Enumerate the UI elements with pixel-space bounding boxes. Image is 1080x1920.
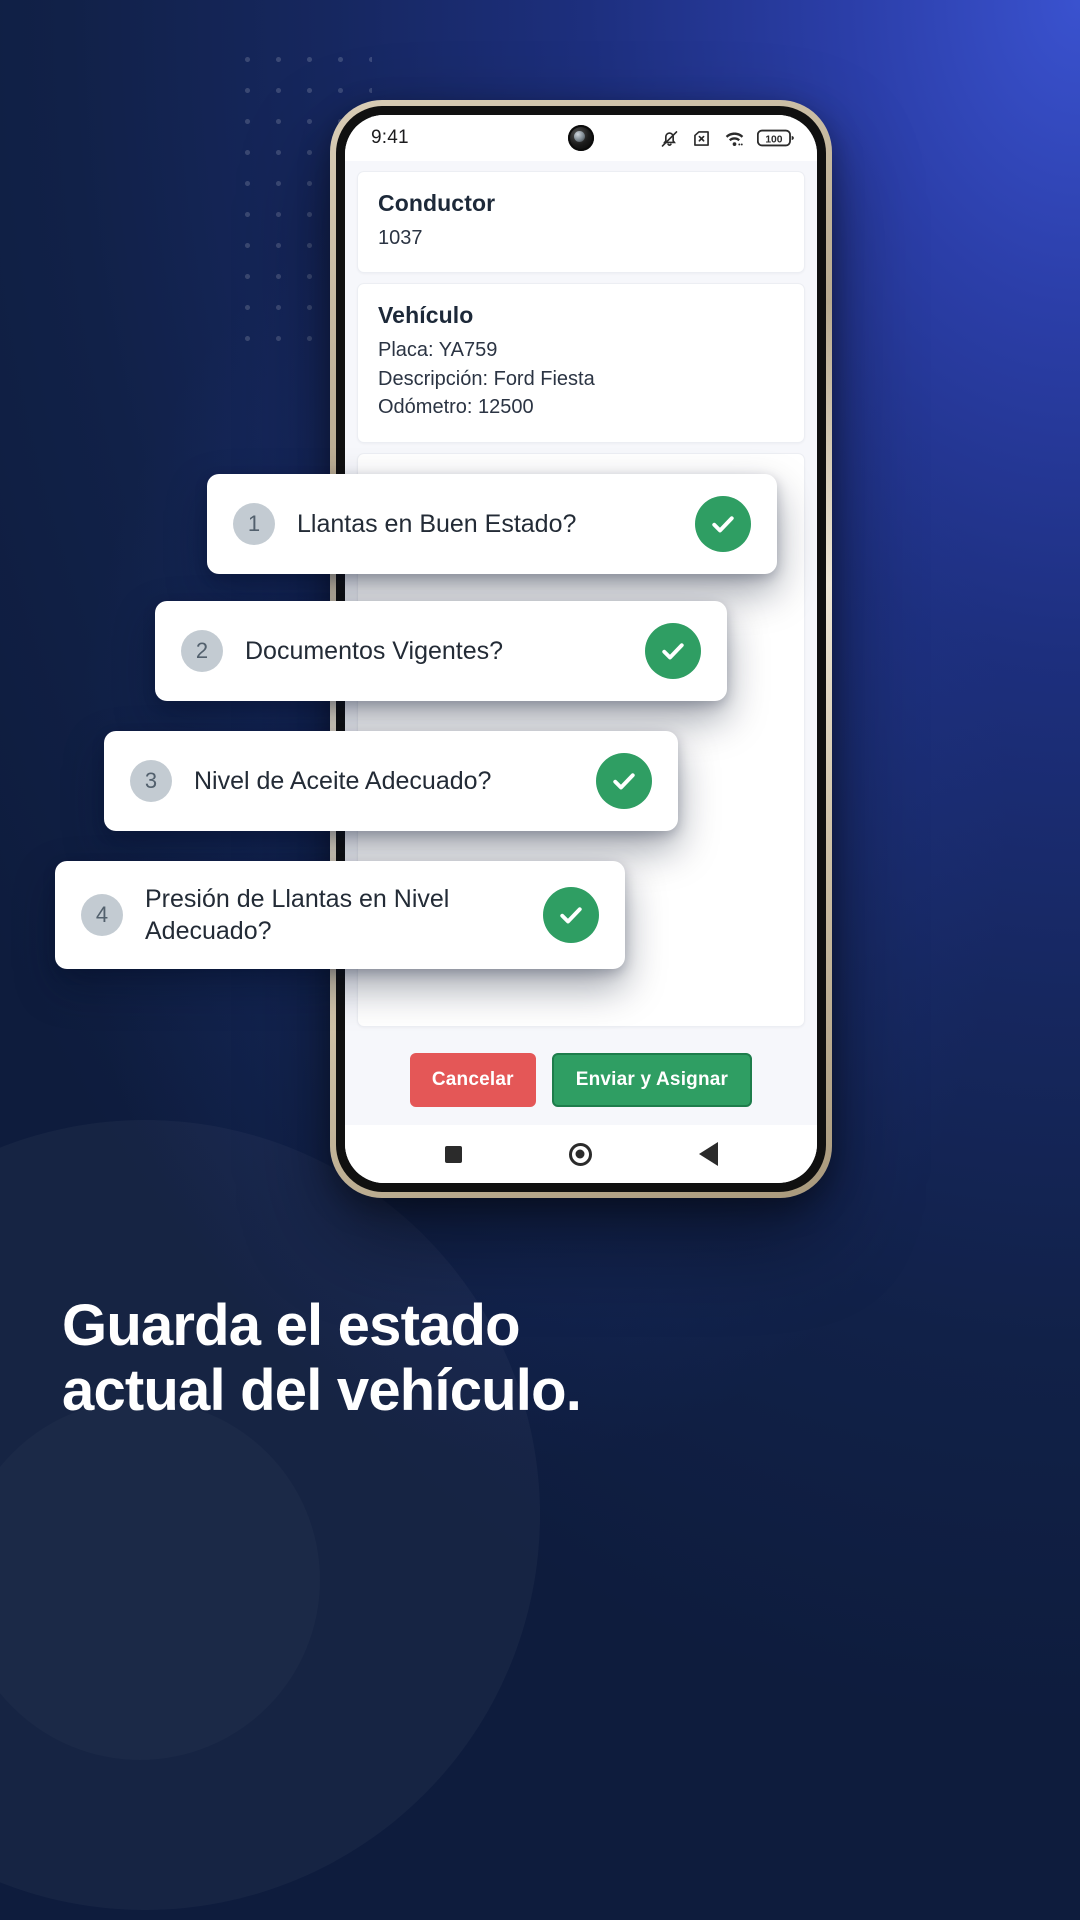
checklist-item[interactable]: 1 Llantas en Buen Estado? [207, 474, 777, 574]
recent-apps-icon[interactable] [444, 1145, 462, 1163]
check-circle-icon[interactable] [695, 496, 751, 552]
sim-card-off-icon [691, 128, 712, 149]
driver-card-value: 1037 [378, 227, 423, 249]
android-nav-bar [345, 1125, 817, 1183]
back-icon[interactable] [698, 1142, 718, 1166]
promo-headline: Guarda el estado actual del vehículo. [62, 1293, 962, 1424]
checklist-item-label: Documentos Vigentes? [245, 637, 504, 665]
vehicle-card-title: Vehículo [378, 302, 474, 329]
front-camera-punchhole [568, 125, 594, 151]
vehicle-description: Descripción: Ford Fiesta [378, 367, 595, 390]
checklist-item-label: Nivel de Aceite Adecuado? [194, 767, 492, 795]
check-circle-icon[interactable] [645, 623, 701, 679]
svg-text:100: 100 [765, 134, 782, 145]
home-icon[interactable] [568, 1142, 592, 1166]
checklist-item-label: Llantas en Buen Estado? [297, 510, 577, 538]
bell-muted-icon [659, 128, 680, 149]
checklist-item-label: Presión de Llantas en Nivel Adecuado? [145, 885, 450, 945]
action-bar: Cancelar Enviar y Asignar [357, 1037, 805, 1125]
driver-card-title: Conductor [378, 190, 496, 216]
checklist-item[interactable]: 2 Documentos Vigentes? [155, 601, 727, 701]
status-bar: 9:41 100 [345, 115, 817, 161]
driver-card: Conductor 1037 [357, 171, 805, 274]
vehicle-plate: Placa: YA759 [378, 339, 498, 362]
checklist-item-number: 1 [233, 503, 275, 545]
submit-assign-button[interactable]: Enviar y Asignar [551, 1053, 753, 1107]
promo-headline-line1: Guarda el estado [62, 1293, 521, 1358]
wifi-icon [723, 128, 746, 149]
status-icons: 100 [659, 128, 795, 149]
checklist-item[interactable]: 3 Nivel de Aceite Adecuado? [104, 731, 678, 831]
vehicle-odometer: Odómetro: 12500 [378, 396, 534, 419]
status-time: 9:41 [371, 127, 409, 148]
check-circle-icon[interactable] [596, 753, 652, 809]
promo-headline-line2: actual del vehículo. [62, 1357, 582, 1423]
checklist-item-number: 3 [130, 760, 172, 802]
checklist-item-number: 4 [81, 894, 123, 936]
cancel-button[interactable]: Cancelar [409, 1053, 536, 1107]
checklist-item[interactable]: 4 Presión de Llantas en Nivel Adecuado? [55, 861, 625, 969]
check-circle-icon[interactable] [543, 887, 599, 943]
battery-icon: 100 [757, 128, 795, 148]
vehicle-card: Vehículo Placa: YA759 Descripción: Ford … [357, 283, 805, 443]
checklist-item-number: 2 [181, 630, 223, 672]
